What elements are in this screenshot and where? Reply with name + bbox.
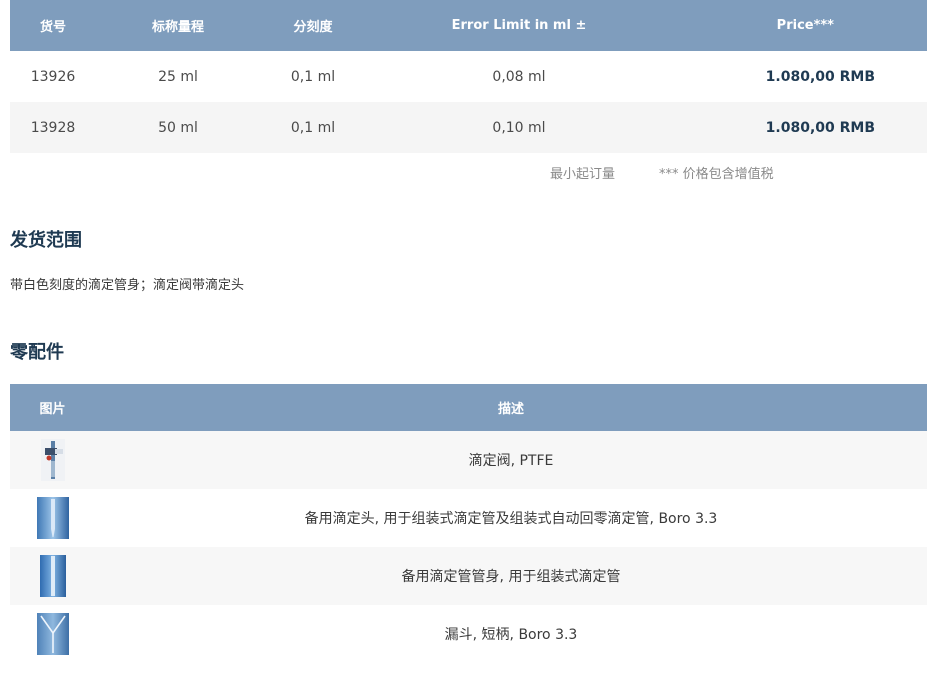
error-limit-cell: 0,08 ml [366, 51, 672, 102]
burette-tube-thumbnail[interactable] [39, 555, 66, 597]
header-image: 图片 [10, 384, 95, 431]
article-number-cell: 13928 [10, 102, 96, 153]
image-cell [10, 605, 95, 663]
stopcock-valve-thumbnail[interactable] [40, 439, 65, 481]
article-number-cell: 13926 [10, 51, 96, 102]
description-cell: 滴定阀, PTFE [95, 431, 927, 489]
scope-of-delivery-heading: 发货范围 [10, 230, 82, 251]
header-price: Price*** [672, 0, 927, 51]
price-table-header-row: 货号 标称量程 分刻度 Error Limit in ml ± Price*** [10, 0, 927, 51]
burette-tip-thumbnail[interactable] [36, 497, 69, 539]
description-cell: 备用滴定管管身, 用于组装式滴定管 [95, 547, 927, 605]
capacity-cell: 25 ml [96, 51, 260, 102]
image-cell [10, 547, 95, 605]
scope-of-delivery-text: 带白色刻度的滴定管身；滴定阀带滴定头 [10, 278, 245, 293]
description-cell: 备用滴定头, 用于组装式滴定管及组装式自动回零滴定管, Boro 3.3 [95, 489, 927, 547]
price-cell: 1.080,00 RMB [672, 51, 927, 102]
price-cell: 1.080,00 RMB [672, 102, 927, 153]
header-article-number: 货号 [10, 0, 96, 51]
tax-note: *** 价格包含增值税 [659, 167, 774, 182]
header-graduation: 分刻度 [260, 0, 366, 51]
image-cell [10, 489, 95, 547]
table-row: 13926 25 ml 0,1 ml 0,08 ml 1.080,00 RMB [10, 51, 927, 102]
funnel-thumbnail[interactable] [36, 613, 69, 655]
graduation-cell: 0,1 ml [260, 102, 366, 153]
description-cell: 漏斗, 短柄, Boro 3.3 [95, 605, 927, 663]
capacity-cell: 50 ml [96, 102, 260, 153]
accessories-table: 图片 描述 滴定阀, PTFE 备用滴定头, 用于组装式滴定管及组装式自动回零滴… [10, 384, 927, 663]
header-capacity: 标称量程 [96, 0, 260, 51]
table-row: 漏斗, 短柄, Boro 3.3 [10, 605, 927, 663]
image-cell [10, 431, 95, 489]
header-description: 描述 [95, 384, 927, 431]
price-notes: 最小起订量 *** 价格包含增值税 [0, 163, 927, 183]
table-row: 13928 50 ml 0,1 ml 0,10 ml 1.080,00 RMB [10, 102, 927, 153]
error-limit-cell: 0,10 ml [366, 102, 672, 153]
accessories-header-row: 图片 描述 [10, 384, 927, 431]
accessories-heading: 零配件 [10, 342, 64, 363]
min-order-note: 最小起订量 [550, 167, 616, 182]
graduation-cell: 0,1 ml [260, 51, 366, 102]
header-error-limit: Error Limit in ml ± [366, 0, 672, 51]
table-row: 滴定阀, PTFE [10, 431, 927, 489]
price-table: 货号 标称量程 分刻度 Error Limit in ml ± Price***… [10, 0, 927, 153]
table-row: 备用滴定管管身, 用于组装式滴定管 [10, 547, 927, 605]
table-row: 备用滴定头, 用于组装式滴定管及组装式自动回零滴定管, Boro 3.3 [10, 489, 927, 547]
